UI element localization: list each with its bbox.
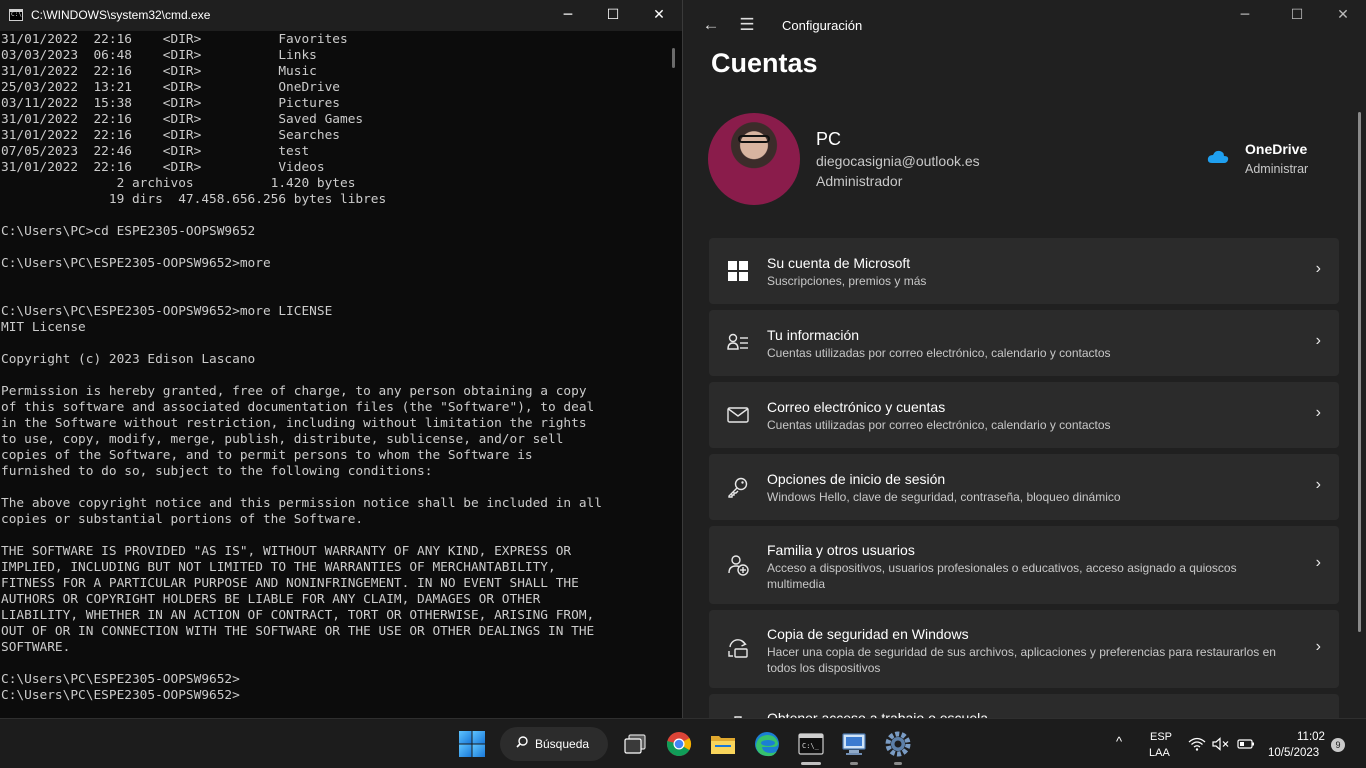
card-title: Copia de seguridad en Windows <box>767 626 969 642</box>
cmd-app-icon <box>9 9 23 21</box>
settings-minimize-button[interactable]: ─ <box>1222 0 1268 31</box>
running-app-indicator <box>850 762 858 765</box>
card-your-info[interactable]: Tu información Cuentas utilizadas por co… <box>709 310 1339 376</box>
chevron-right-icon: › <box>1315 638 1321 655</box>
settings-close-button[interactable]: ✕ <box>1320 0 1366 31</box>
battery-icon[interactable] <box>1237 738 1255 750</box>
cmd-titlebar[interactable]: C:\WINDOWS\system32\cmd.exe ─ ☐ ✕ <box>0 0 682 31</box>
keyboard-layout-indicator[interactable]: LAA <box>1149 747 1170 759</box>
chevron-right-icon: › <box>1315 554 1321 571</box>
profile-role: Administrador <box>816 173 903 189</box>
card-subtitle: Windows Hello, clave de seguridad, contr… <box>767 490 1121 504</box>
start-icon[interactable] <box>456 728 488 760</box>
cmd-window[interactable]: C:\WINDOWS\system32\cmd.exe ─ ☐ ✕ 31/01/… <box>0 0 683 718</box>
search-icon <box>516 736 528 748</box>
cmd-close-button[interactable]: ✕ <box>636 0 682 31</box>
card-title: Tu información <box>767 327 860 343</box>
family-add-icon <box>728 555 749 576</box>
key-icon <box>728 477 748 498</box>
mail-icon <box>727 407 749 423</box>
person-info-icon <box>727 333 748 350</box>
settings-gear-icon[interactable] <box>882 728 914 760</box>
card-subtitle: Suscripciones, premios y más <box>767 274 927 288</box>
chevron-right-icon: › <box>1315 260 1321 277</box>
backup-icon <box>728 639 748 658</box>
card-windows-backup[interactable]: Copia de seguridad en Windows Hacer una … <box>709 610 1339 688</box>
taskbar: Búsqueda C:\_ ^ ESP LAA 11:02 10/5/2023 … <box>0 718 1366 768</box>
task-view-icon[interactable] <box>620 728 652 760</box>
onedrive-cloud-icon[interactable] <box>1207 148 1229 164</box>
show-hidden-icons-chevron[interactable]: ^ <box>1116 734 1122 749</box>
card-email-accounts[interactable]: Correo electrónico y cuentas Cuentas uti… <box>709 382 1339 448</box>
card-subtitle: Acceso a dispositivos, usuarios profesio… <box>767 561 1237 591</box>
card-title: Opciones de inicio de sesión <box>767 471 946 487</box>
onedrive-label[interactable]: OneDrive <box>1245 141 1307 157</box>
notification-badge[interactable]: 9 <box>1331 738 1345 752</box>
profile-email: diegocasignia@outlook.es <box>816 153 980 169</box>
chrome-icon[interactable] <box>663 728 695 760</box>
hamburger-menu-button[interactable]: ☰ <box>736 14 758 36</box>
running-app-indicator <box>894 762 902 765</box>
settings-scrollbar[interactable] <box>1358 112 1361 632</box>
card-title: Su cuenta de Microsoft <box>767 255 911 271</box>
page-title: Cuentas <box>711 48 818 78</box>
card-sign-in-options[interactable]: Opciones de inicio de sesión Windows Hel… <box>709 454 1339 520</box>
card-subtitle: Cuentas utilizadas por correo electrónic… <box>767 418 1111 432</box>
card-subtitle: Cuentas utilizadas por correo electrónic… <box>767 346 1111 360</box>
clock-date[interactable]: 10/5/2023 <box>1268 747 1319 759</box>
avatar-photo-detail <box>738 135 770 143</box>
card-work-school[interactable]: Obtener acceso a trabajo o escuela <box>709 694 1339 718</box>
terminal-icon[interactable]: C:\_ <box>795 728 827 760</box>
cmd-minimize-button[interactable]: ─ <box>545 0 591 31</box>
profile-name: PC <box>816 129 842 149</box>
windows-logo-icon <box>728 261 748 281</box>
settings-app-title: Configuración <box>782 18 863 33</box>
cmd-maximize-button[interactable]: ☐ <box>590 0 636 31</box>
svg-text:C:\_: C:\_ <box>802 742 820 750</box>
card-subtitle: Hacer una copia de seguridad de sus arch… <box>767 645 1276 675</box>
avatar[interactable] <box>708 113 800 205</box>
cmd-window-title: C:\WINDOWS\system32\cmd.exe <box>31 8 211 22</box>
card-title: Familia y otros usuarios <box>767 542 915 558</box>
settings-maximize-button[interactable]: ☐ <box>1274 0 1320 31</box>
edge-icon[interactable] <box>751 728 783 760</box>
active-app-indicator <box>801 762 821 765</box>
chevron-right-icon: › <box>1315 332 1321 349</box>
clock-time[interactable]: 11:02 <box>1297 731 1325 743</box>
volume-muted-icon[interactable] <box>1212 737 1230 751</box>
card-microsoft-account[interactable]: Su cuenta de Microsoft Suscripciones, pr… <box>709 238 1339 304</box>
chevron-right-icon: › <box>1315 476 1321 493</box>
wifi-icon[interactable] <box>1188 737 1206 751</box>
back-button[interactable]: ← <box>700 14 722 36</box>
search-button[interactable]: Búsqueda <box>500 727 608 761</box>
card-title: Correo electrónico y cuentas <box>767 399 946 415</box>
file-explorer-icon[interactable] <box>707 728 739 760</box>
language-indicator[interactable]: ESP <box>1150 731 1172 743</box>
search-label: Búsqueda <box>535 737 590 751</box>
onedrive-manage-link[interactable]: Administrar <box>1245 162 1308 176</box>
card-title: Obtener acceso a trabajo o escuela <box>767 710 989 718</box>
cmd-console-output[interactable]: 31/01/2022 22:16 <DIR> Favorites 03/03/2… <box>1 32 667 716</box>
card-family-users[interactable]: Familia y otros usuarios Acceso a dispos… <box>709 526 1339 604</box>
chevron-right-icon: › <box>1315 404 1321 421</box>
settings-window[interactable]: ← ☰ Configuración ─ ☐ ✕ Cuentas PC diego… <box>684 0 1366 718</box>
cmd-scrollbar[interactable] <box>672 48 675 68</box>
remote-desktop-icon[interactable] <box>838 728 870 760</box>
